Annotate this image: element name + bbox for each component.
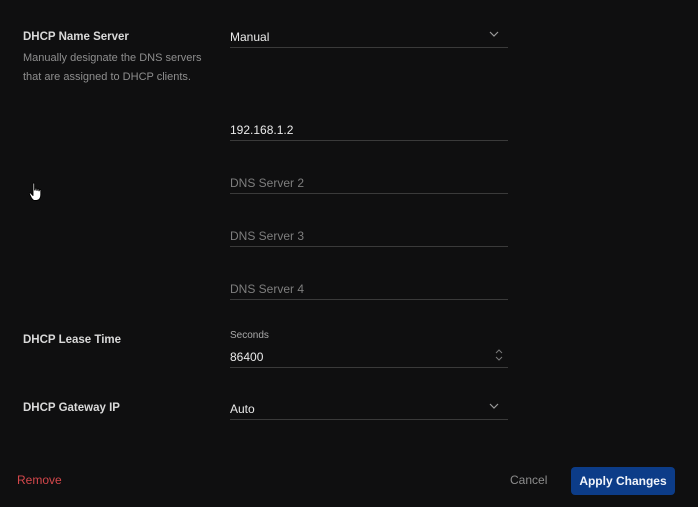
hand-pointer-icon (28, 182, 42, 201)
dhcp-lease-time-label: DHCP Lease Time (23, 334, 122, 346)
dns-server-3-field[interactable] (230, 228, 508, 243)
chevron-down-icon (489, 403, 499, 409)
dns-server-1-field[interactable] (230, 122, 508, 137)
dhcp-gateway-ip-label: DHCP Gateway IP (23, 402, 120, 414)
dns-server-4-field[interactable] (230, 281, 508, 296)
dns-server-3-input[interactable] (230, 225, 508, 247)
dns-server-1-input[interactable] (230, 119, 508, 141)
dns-server-4-input[interactable] (230, 278, 508, 300)
lease-time-unit-label: Seconds (230, 330, 269, 341)
dhcp-name-server-description: Manually designate the DNS servers that … (23, 52, 202, 83)
dhcp-gateway-ip-select-value: Auto (230, 401, 255, 416)
remove-button[interactable]: Remove (17, 473, 62, 487)
stepper-icon[interactable] (495, 348, 503, 362)
dns-server-2-field[interactable] (230, 175, 508, 190)
chevron-down-icon (489, 31, 499, 37)
dhcp-lease-time-stepper[interactable] (230, 346, 508, 368)
dns-server-2-input[interactable] (230, 172, 508, 194)
dhcp-name-server-select[interactable]: Manual (230, 26, 508, 48)
dhcp-gateway-ip-select[interactable]: Auto (230, 398, 508, 420)
dhcp-name-server-select-value: Manual (230, 29, 270, 44)
dhcp-lease-time-input[interactable] (230, 349, 508, 364)
dhcp-name-server-label: DHCP Name Server (23, 31, 129, 43)
cancel-button[interactable]: Cancel (510, 473, 547, 487)
apply-changes-button[interactable]: Apply Changes (571, 467, 675, 495)
